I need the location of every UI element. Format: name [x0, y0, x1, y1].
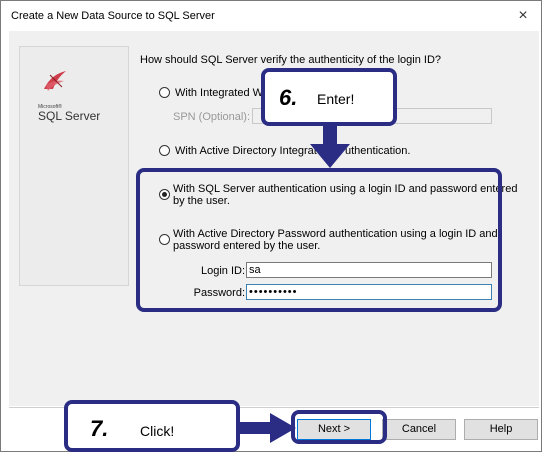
- ad-integrated-label: With Active Directory Integrated: [175, 145, 330, 157]
- step7-number: 7.: [90, 416, 109, 441]
- step7-word: Click!: [140, 423, 175, 439]
- step6-number: 6.: [279, 85, 298, 110]
- question-text: How should SQL Server verify the authent…: [140, 54, 442, 66]
- spn-label: SPN (Optional):: [173, 111, 251, 123]
- window-title: Create a New Data Source to SQL Server: [11, 10, 215, 22]
- integrated-label: With Integrated Wi: [175, 87, 266, 99]
- ad-integrated-radio[interactable]: [159, 145, 170, 156]
- integrated-radio[interactable]: [159, 87, 170, 98]
- step6-callout: 6. Enter!: [261, 68, 397, 126]
- step6-word: Enter!: [317, 91, 355, 107]
- cancel-button[interactable]: Cancel: [382, 419, 456, 440]
- title-bar: Create a New Data Source to SQL Server ×: [1, 1, 541, 31]
- close-icon[interactable]: ×: [513, 6, 533, 26]
- sql-server-logo-icon: [44, 71, 66, 91]
- sql-server-logo-panel: Microsoft® SQL Server: [19, 46, 129, 286]
- logo-text: SQL Server: [38, 109, 101, 123]
- help-button[interactable]: Help: [464, 419, 538, 440]
- ad-integrated-label-tail: uthentication.: [345, 145, 411, 157]
- step6-arrow-icon: [310, 122, 350, 168]
- step7-callout: 7. Click!: [64, 400, 240, 452]
- auth-highlight-box: [136, 168, 502, 312]
- step7-arrow-icon: [238, 413, 296, 443]
- next-highlight-box: [291, 410, 387, 444]
